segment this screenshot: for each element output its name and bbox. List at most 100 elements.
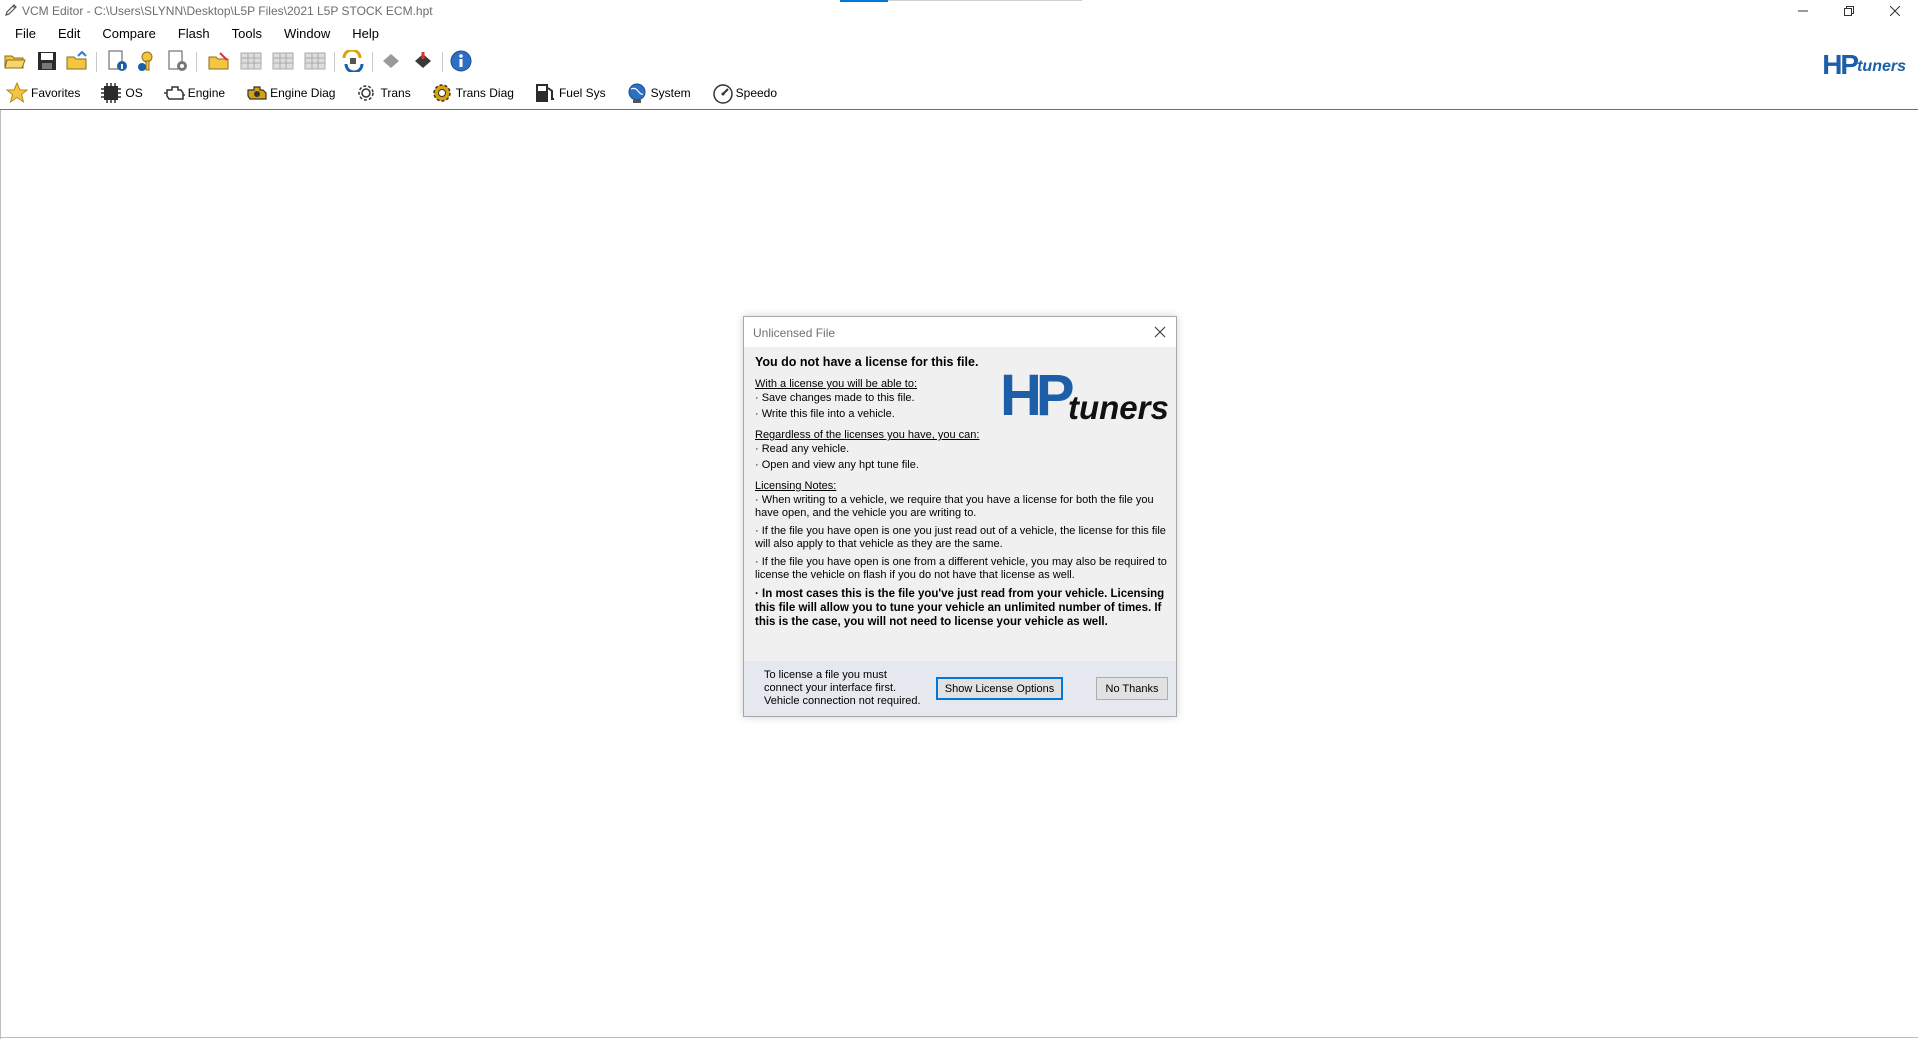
table-compare-button[interactable] xyxy=(270,48,296,74)
category-favorites[interactable]: Favorites xyxy=(6,82,80,104)
menu-edit[interactable]: Edit xyxy=(42,24,88,44)
save-button[interactable] xyxy=(34,48,60,74)
category-engine-diag[interactable]: Engine Diag xyxy=(245,82,335,104)
key-icon xyxy=(138,51,153,71)
category-trans-diag[interactable]: Trans Diag xyxy=(431,82,514,104)
read-vehicle-icon xyxy=(383,54,399,68)
footer-message: To license a file you must connect your … xyxy=(764,669,921,708)
table-view-button[interactable] xyxy=(238,48,264,74)
gear-diag-icon xyxy=(431,82,453,104)
close-button[interactable] xyxy=(1872,0,1918,22)
licensing-note: · If the file you have open is one from … xyxy=(755,556,1167,581)
dialog-title: Unlicensed File xyxy=(753,326,836,340)
licensing-bold-note: · In most cases this is the file you've … xyxy=(755,588,1165,628)
category-system[interactable]: System xyxy=(626,82,691,104)
write-vehicle-icon xyxy=(415,52,431,68)
sync-button[interactable] xyxy=(340,48,366,74)
toolbar-separator xyxy=(96,52,97,72)
license-benefits-title: With a license you will be able to: xyxy=(755,378,918,390)
no-license-item: · Open and view any hpt tune file. xyxy=(755,459,919,471)
category-speedo[interactable]: Speedo xyxy=(711,82,777,104)
sync-icon xyxy=(342,50,364,72)
read-vehicle-button[interactable] xyxy=(378,48,404,74)
open-file-button[interactable] xyxy=(2,48,28,74)
logo-tuners-text: tuners xyxy=(1857,58,1906,75)
category-os[interactable]: OS xyxy=(100,82,143,104)
export-button[interactable] xyxy=(64,48,90,74)
table-diff-icon xyxy=(304,52,326,70)
menu-tools[interactable]: Tools xyxy=(216,24,270,44)
fuel-pump-icon xyxy=(534,82,556,104)
title-accent xyxy=(840,0,888,2)
menu-help[interactable]: Help xyxy=(336,24,387,44)
category-engine[interactable]: Engine xyxy=(163,82,225,104)
license-benefit-item: · Write this file into a vehicle. xyxy=(755,408,895,420)
category-fuel-sys[interactable]: Fuel Sys xyxy=(534,82,606,104)
category-label: Trans Diag xyxy=(455,86,514,100)
license-benefit-item: · Save changes made to this file. xyxy=(755,392,915,404)
save-icon xyxy=(38,52,56,70)
folder-export-icon xyxy=(66,51,87,70)
title-bar: VCM Editor - C:\Users\SLYNN\Desktop\L5P … xyxy=(0,0,1918,22)
engine-diag-icon xyxy=(245,82,267,104)
category-label: Fuel Sys xyxy=(558,86,606,100)
no-license-title: Regardless of the licenses you have, you… xyxy=(755,429,980,441)
category-label: Engine xyxy=(187,86,226,100)
menu-window[interactable]: Window xyxy=(268,24,338,44)
minimize-button[interactable] xyxy=(1780,0,1826,22)
dialog-body: You do not have a license for this file.… xyxy=(755,355,1169,629)
show-license-options-button[interactable]: Show License Options xyxy=(936,677,1063,700)
star-icon xyxy=(6,82,28,104)
speedometer-icon xyxy=(711,82,733,104)
restore-button[interactable] xyxy=(1826,0,1872,22)
licensing-note: · If the file you have open is one you j… xyxy=(755,525,1166,550)
licensing-note: · When writing to a vehicle, we require … xyxy=(755,494,1154,519)
menu-file[interactable]: File xyxy=(0,24,44,44)
unlicensed-file-dialog: Unlicensed File HP tuners You do not hav… xyxy=(743,316,1177,717)
file-settings-icon xyxy=(168,50,187,71)
about-button[interactable] xyxy=(448,48,474,74)
table-icon xyxy=(240,52,262,70)
write-vehicle-button[interactable] xyxy=(410,48,436,74)
workspace-bottom-border xyxy=(0,1037,1918,1038)
window-title: VCM Editor - C:\Users\SLYNN\Desktop\L5P … xyxy=(22,4,433,18)
menu-flash[interactable]: Flash xyxy=(162,24,218,44)
engine-icon xyxy=(163,82,185,104)
no-license-item: · Read any vehicle. xyxy=(755,443,850,455)
file-info-icon xyxy=(108,50,127,71)
category-label: System xyxy=(650,86,691,100)
file-settings-button[interactable] xyxy=(164,48,190,74)
category-bar: Favorites OS Engine Engine Diag Trans Tr… xyxy=(0,78,1918,108)
toolbar-separator xyxy=(196,52,197,72)
brand-logo: HP tuners xyxy=(1822,48,1906,80)
dialog-close-icon[interactable] xyxy=(1152,324,1168,340)
globe-icon xyxy=(626,82,648,104)
no-thanks-button[interactable]: No Thanks xyxy=(1096,677,1168,700)
footer-line: connect your interface first. xyxy=(764,682,897,694)
dialog-title-bar: Unlicensed File xyxy=(744,317,1176,347)
footer-line: Vehicle connection not required. xyxy=(764,695,921,707)
app-icon xyxy=(5,4,17,16)
category-label: Trans xyxy=(380,86,411,100)
toolbar: HP tuners xyxy=(0,46,1918,80)
licensing-notes-title: Licensing Notes: xyxy=(755,480,837,492)
file-info-button[interactable] xyxy=(104,48,130,74)
info-icon xyxy=(450,50,472,72)
title-accent-line xyxy=(888,0,1082,1)
dialog-footer: To license a file you must connect your … xyxy=(744,661,1176,716)
logo-hp-text: HP xyxy=(1822,49,1859,80)
menu-compare[interactable]: Compare xyxy=(86,24,163,44)
folder-edit-icon xyxy=(208,52,229,70)
category-label: OS xyxy=(125,86,143,100)
table-diff-button[interactable] xyxy=(302,48,328,74)
menu-bar: File Edit Compare Flash Tools Window Hel… xyxy=(0,24,1918,44)
open-folder-icon xyxy=(4,55,26,69)
gear-icon xyxy=(355,82,377,104)
open-table-button[interactable] xyxy=(206,48,232,74)
table-compare-icon xyxy=(272,52,294,70)
category-trans[interactable]: Trans xyxy=(355,82,411,104)
vehicle-info-button[interactable] xyxy=(134,48,160,74)
category-label: Speedo xyxy=(735,86,778,100)
chip-icon xyxy=(100,82,122,104)
minimize-icon xyxy=(1798,10,1808,12)
